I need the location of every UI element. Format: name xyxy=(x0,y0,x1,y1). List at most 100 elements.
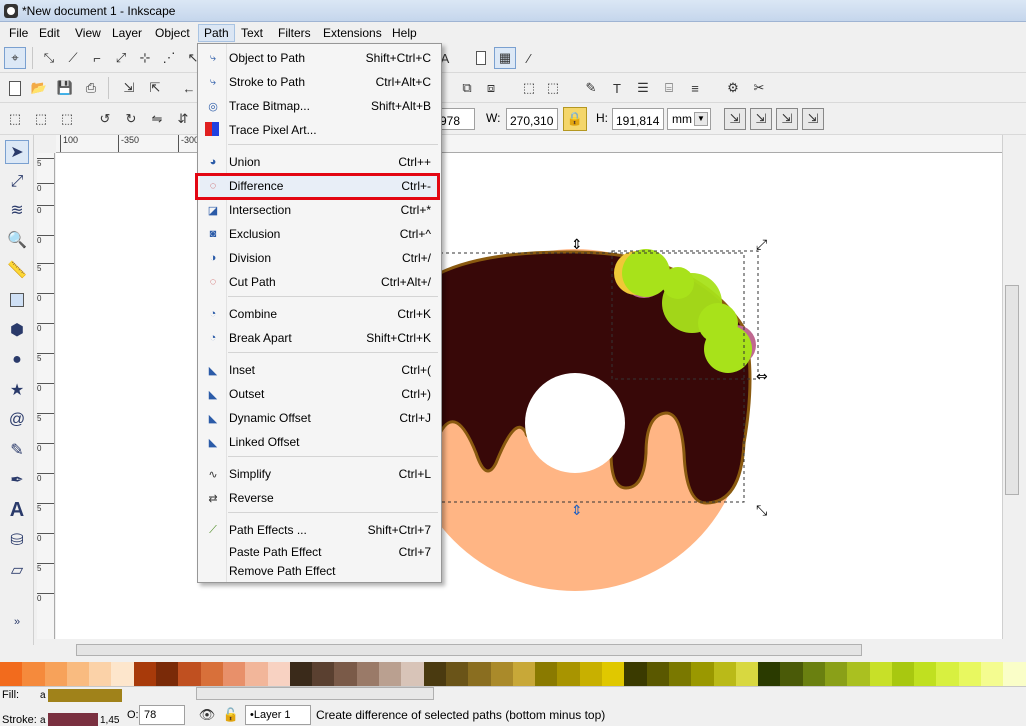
star-tool-icon[interactable]: ★ xyxy=(5,378,29,402)
snap-center-icon[interactable]: ⊹ xyxy=(134,47,156,69)
menu-item-linked-offset[interactable]: ◣ Linked Offset xyxy=(200,431,439,453)
menu-view[interactable]: View xyxy=(70,24,106,42)
menu-item-intersection[interactable]: ◪ Intersection Ctrl+* xyxy=(200,199,439,221)
snap-midpoint-icon[interactable]: ⤢ xyxy=(110,47,132,69)
palette-swatch[interactable] xyxy=(445,662,469,686)
snap-corner-icon[interactable]: ⌐ xyxy=(86,47,108,69)
palette-swatch[interactable] xyxy=(66,662,90,686)
menu-item-union[interactable]: ◕ Union Ctrl++ xyxy=(200,151,439,173)
palette-swatch[interactable] xyxy=(423,662,446,686)
new-document-icon[interactable] xyxy=(4,77,26,99)
flip-vertical-icon[interactable]: ⇵ xyxy=(172,108,194,130)
menu-item-dynamic-offset[interactable]: ◣ Dynamic Offset Ctrl+J xyxy=(200,407,439,429)
horizontal-scrollbar[interactable] xyxy=(56,641,1002,659)
palette-swatch[interactable] xyxy=(401,662,424,686)
eye-icon[interactable]: 👁 xyxy=(196,704,218,726)
palette-swatch[interactable] xyxy=(356,662,380,686)
more-tools-icon[interactable]: » xyxy=(5,610,29,634)
menu-item-exclusion[interactable]: ◙ Exclusion Ctrl+^ xyxy=(200,223,439,245)
palette-swatch[interactable] xyxy=(379,662,402,686)
palette-swatch[interactable] xyxy=(512,662,536,686)
palette-swatch[interactable] xyxy=(0,662,23,686)
page-border-icon[interactable] xyxy=(470,47,492,69)
scale-stroke-icon[interactable]: ⇲ xyxy=(724,108,746,130)
rotate-cw-icon[interactable]: ↻ xyxy=(120,108,142,130)
palette-swatch[interactable] xyxy=(646,662,669,686)
import-icon[interactable]: ⇲ xyxy=(118,77,140,99)
text-font-icon[interactable]: T xyxy=(606,77,628,99)
snap-toggle-icon[interactable]: ⌖ xyxy=(4,47,26,69)
pencil-tool-icon[interactable]: ✎ xyxy=(5,438,29,462)
palette-swatch[interactable] xyxy=(557,662,580,686)
preferences-icon[interactable]: ✂ xyxy=(748,77,770,99)
palette-swatch[interactable] xyxy=(780,662,803,686)
palette-swatch[interactable] xyxy=(1003,662,1026,686)
rotate-ccw-icon[interactable]: ↺ xyxy=(94,108,116,130)
menu-item-remove-path-effect[interactable]: Remove Path Effect xyxy=(200,560,439,582)
palette-swatch[interactable] xyxy=(802,662,825,686)
document-properties-icon[interactable]: ⚙ xyxy=(722,77,744,99)
fill-swatch[interactable] xyxy=(48,689,122,702)
menu-item-division[interactable]: ◑ Division Ctrl+/ xyxy=(200,247,439,269)
palette-swatch[interactable] xyxy=(869,662,892,686)
palette-swatch[interactable] xyxy=(624,662,647,686)
menu-filters[interactable]: Filters xyxy=(273,24,316,42)
flip-horizontal-icon[interactable]: ⇋ xyxy=(146,108,168,130)
palette-swatch[interactable] xyxy=(312,662,335,686)
grid-snap-icon[interactable]: ▦ xyxy=(494,47,516,69)
spray-tool-icon[interactable]: ⛁ xyxy=(5,528,29,552)
selector-tool-icon[interactable]: ➤ xyxy=(5,140,29,164)
palette-swatch[interactable] xyxy=(735,662,759,686)
open-folder-icon[interactable]: 📂 xyxy=(28,77,50,99)
node-tool-icon[interactable]: ⤢ xyxy=(5,170,29,194)
palette-swatch[interactable] xyxy=(200,662,223,686)
layer-selector[interactable]: •Layer 1 xyxy=(245,705,311,725)
print-icon[interactable]: ⎙ xyxy=(80,77,102,99)
snap-nodes-icon[interactable]: ⋰ xyxy=(158,47,180,69)
menu-item-trace-bitmap[interactable]: ◎ Trace Bitmap... Shift+Alt+B xyxy=(200,95,439,117)
palette-swatch[interactable] xyxy=(847,662,870,686)
snap-bbox-icon[interactable]: ⤡ xyxy=(38,47,60,69)
measure-tool-icon[interactable]: 📏 xyxy=(5,258,29,282)
status-scrollbar[interactable] xyxy=(196,687,434,700)
palette-swatch[interactable] xyxy=(824,662,848,686)
palette-swatch[interactable] xyxy=(535,662,558,686)
menu-item-object-to-path[interactable]: ⤷ Object to Path Shift+Ctrl+C xyxy=(200,47,439,69)
palette-swatch[interactable] xyxy=(89,662,112,686)
width-field[interactable] xyxy=(506,108,558,130)
snap-edge-icon[interactable]: ⟋ xyxy=(62,47,84,69)
menu-item-stroke-to-path[interactable]: ⤷ Stroke to Path Ctrl+Alt+C xyxy=(200,71,439,93)
layers-icon[interactable]: ☰ xyxy=(632,77,654,99)
deselect-icon[interactable]: ⬚ xyxy=(56,108,78,130)
opacity-field[interactable]: 78 xyxy=(139,705,185,725)
palette-swatch[interactable] xyxy=(111,662,134,686)
ellipse-tool-icon[interactable]: ● xyxy=(5,348,29,372)
menu-item-break-apart[interactable]: ◔ Break Apart Shift+Ctrl+K xyxy=(200,327,439,349)
y-position-field[interactable] xyxy=(437,108,475,130)
menu-help[interactable]: Help xyxy=(387,24,422,42)
palette-swatch[interactable] xyxy=(22,662,45,686)
stroke-swatch[interactable] xyxy=(48,713,98,726)
menu-item-cut-path[interactable]: ◌ Cut Path Ctrl+Alt+/ xyxy=(200,271,439,293)
align-icon[interactable]: ≡ xyxy=(684,77,706,99)
palette-swatch[interactable] xyxy=(156,662,179,686)
ungroup-icon[interactable]: ⬚ xyxy=(542,77,564,99)
spiral-tool-icon[interactable]: @ xyxy=(5,408,29,432)
scale-corners-icon[interactable]: ⇲ xyxy=(750,108,772,130)
select-all-icon[interactable]: ⬚ xyxy=(4,108,26,130)
duplicate-icon[interactable]: ⧉ xyxy=(456,77,478,99)
move-gradients-icon[interactable]: ⇲ xyxy=(776,108,798,130)
palette-swatch[interactable] xyxy=(178,662,201,686)
menu-extensions[interactable]: Extensions xyxy=(318,24,387,42)
unit-select[interactable]: mm ▼ xyxy=(667,108,711,130)
export-icon[interactable]: ⇱ xyxy=(144,77,166,99)
menu-file[interactable]: File xyxy=(4,24,33,42)
vertical-scrollbar[interactable] xyxy=(1002,135,1022,639)
rectangle-tool-icon[interactable] xyxy=(5,288,29,312)
clone-icon[interactable]: ⧈ xyxy=(480,77,502,99)
text-tool-icon[interactable]: A xyxy=(5,498,29,522)
menu-layer[interactable]: Layer xyxy=(107,24,147,42)
palette-swatch[interactable] xyxy=(468,662,491,686)
palette-swatch[interactable] xyxy=(245,662,268,686)
menu-item-combine[interactable]: ◔ Combine Ctrl+K xyxy=(200,303,439,325)
